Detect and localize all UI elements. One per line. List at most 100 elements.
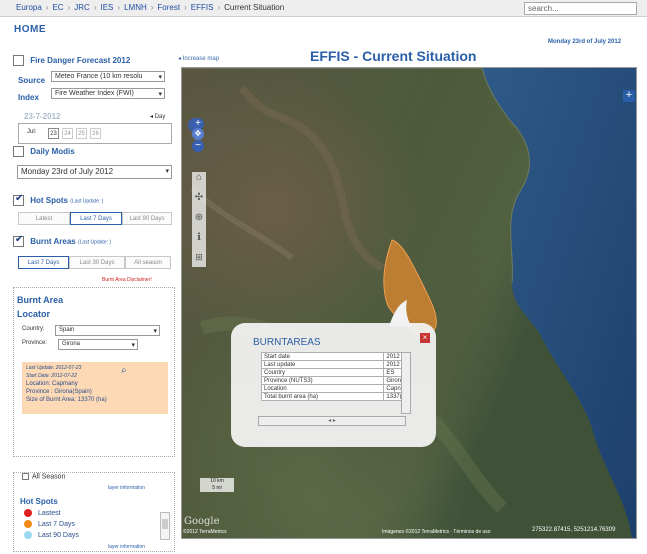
home-extent-icon[interactable]: ⌂ (192, 172, 206, 190)
legend-item: Last 7 Days (24, 519, 79, 530)
scale-bar: 10 km 5 mi (202, 478, 232, 492)
hot-spots-tabs: Latest Last 7 Days Last 90 Days (18, 212, 172, 225)
layer-switcher-plus-icon[interactable]: + (623, 90, 635, 102)
chevron-down-icon: ▾ (153, 328, 157, 335)
result-start-date: Start Date: 2012-07-22 (26, 373, 77, 379)
daily-modis-value: Monday 23rd of July 2012 (21, 167, 114, 176)
index-value: Fire Weather Index (FWI) (55, 90, 134, 97)
popup-row: Province (NUTS3) Giron (260, 376, 411, 385)
popup-row-key: Location (260, 384, 385, 393)
breadcrumb-effis[interactable]: EFFIS (191, 3, 214, 12)
all-season-label: All Season (32, 473, 66, 481)
daily-modis-select[interactable]: Monday 23rd of July 2012 ▾ (17, 165, 172, 179)
day-23[interactable]: 23 (48, 128, 59, 139)
date-header: Monday 23rd of July 2012 (548, 39, 622, 45)
jul-label: Jul: (27, 129, 37, 135)
locator-title-line1: Burnt Area (17, 295, 64, 305)
index-select[interactable]: Fire Weather Index (FWI) ▾ (51, 88, 165, 99)
daily-modis-label: Daily Modis (30, 147, 75, 156)
home-link[interactable]: HOME (14, 24, 46, 35)
close-icon[interactable]: × (420, 333, 430, 343)
country-label: Country: (22, 326, 45, 332)
legend-item: Lastest (24, 508, 79, 519)
info-tool-icon[interactable]: ℹ (192, 232, 206, 250)
day-picker: Jul: 23 24 25 26 (18, 123, 172, 144)
magnifier-icon[interactable]: ⌕ (121, 365, 127, 376)
all-season-item[interactable]: All Season (22, 473, 65, 480)
province-value: Girona (62, 341, 81, 347)
chevron-down-icon: ▾ (165, 168, 169, 175)
hot-spots-update: (Last Update: ) (70, 198, 104, 205)
hot-spots-tab-last7[interactable]: Last 7 Days (70, 212, 122, 225)
popup-row: Last update 2012 (260, 360, 411, 369)
legend-label: Last 90 Days (38, 532, 79, 539)
popup-row-key: Last update (260, 360, 385, 369)
hot-spots-tab-latest[interactable]: Latest (18, 212, 70, 225)
popup-title: BURNTAREAS (253, 337, 321, 348)
result-last-update: Last Update: 2012-07-23 (26, 365, 82, 371)
fire-danger-label: Fire Danger Forecast 2012 (30, 56, 131, 65)
measure-tool-icon[interactable]: ⊞ (192, 252, 206, 266)
province-select[interactable]: Girona ▾ (58, 339, 138, 350)
burnt-tab-allseason[interactable]: All season (125, 256, 171, 269)
pan-tool-icon[interactable]: ✣ (192, 192, 206, 210)
legend-scroll-thumb[interactable] (162, 519, 168, 529)
hot-spots-checkbox[interactable] (13, 193, 24, 206)
burnt-tab-last30[interactable]: Last 30 Days (69, 256, 125, 269)
burnt-area-disclaimer[interactable]: Burnt Area Disclaimer! (102, 277, 152, 283)
increase-map-label: Increase map (182, 56, 220, 62)
hot-spots-section: Hot Spots (Last Update: ) (13, 193, 175, 206)
legend-dot-icon (24, 531, 32, 540)
breadcrumb-forest[interactable]: Forest (157, 3, 180, 12)
burnt-areas-section: Burnt Areas (Last Update: ) (13, 234, 175, 247)
all-season-checkbox[interactable] (22, 473, 29, 480)
pan-compass-icon[interactable]: ✥ (192, 128, 204, 140)
popup-row-key: Start date (260, 352, 385, 361)
breadcrumb-ies[interactable]: IES (101, 3, 114, 12)
source-select[interactable]: Meteo France (10 km resolu ▾ (51, 71, 165, 82)
burnt-tab-last7[interactable]: Last 7 Days (18, 256, 69, 269)
result-location: Location: Capmany (26, 381, 78, 387)
attribution-left: ©2012 TerraMetrics (183, 529, 227, 535)
day-control[interactable]: ◂ Day (150, 113, 165, 120)
legend-dot-icon (24, 520, 32, 529)
hot-spots-tab-last90[interactable]: Last 90 Days (122, 212, 172, 225)
burnt-area-result: Last Update: 2012-07-23 Start Date: 2012… (22, 362, 168, 414)
coordinates-readout: 275322.87415, 5251214.76309 (532, 527, 616, 533)
day-24[interactable]: 24 (62, 128, 73, 139)
day-label: Day (154, 114, 166, 120)
legend-scrollbar[interactable] (160, 512, 170, 540)
zoom-out-icon[interactable]: − (192, 140, 204, 152)
burnt-areas-update: (Last Update: ) (77, 239, 112, 246)
search-input[interactable] (524, 2, 637, 15)
fire-danger-checkbox[interactable] (13, 55, 24, 66)
layer-info-link-1[interactable]: layer information (108, 485, 145, 491)
source-label: Source (18, 76, 46, 85)
breadcrumb-ec[interactable]: EC (52, 3, 63, 12)
breadcrumb-jrc[interactable]: JRC (74, 3, 90, 12)
legend-label: Lastest (38, 510, 61, 517)
country-value: Spain (59, 327, 75, 333)
country-select[interactable]: Spain ▾ (55, 325, 160, 336)
province-label: Province: (22, 340, 48, 346)
google-logo: Google (184, 516, 220, 527)
popup-row: Location Capn (260, 384, 411, 393)
popup-attributes-table: Start date 2012 Last update 2012 Country ES Pr… (260, 352, 411, 401)
popup-vertical-scrollbar[interactable] (401, 352, 411, 414)
increase-map-link[interactable]: ◂ Increase map (178, 55, 219, 62)
burnt-areas-tabs: Last 7 Days Last 30 Days All season (18, 256, 171, 269)
layer-info-link-2[interactable]: layer information (108, 544, 145, 550)
zoom-box-icon[interactable]: ⊕ (192, 212, 206, 230)
daily-modis-checkbox[interactable] (13, 146, 24, 157)
breadcrumb-lmnh[interactable]: LMNH (124, 3, 147, 12)
day-26[interactable]: 26 (90, 128, 101, 139)
popup-row-key: Total burnt area (ha) (260, 392, 385, 401)
burnt-areas-checkbox[interactable] (13, 234, 24, 247)
top-bar: Europa › EC › JRC › IES › LMNH › Forest › EFFI… (0, 0, 647, 17)
breadcrumb: Europa › EC › JRC › IES › LMNH › Forest › EFFI… (16, 3, 285, 12)
breadcrumb-europa[interactable]: Europa (16, 3, 42, 12)
popup-horizontal-scrollbar[interactable]: ◂ ▸ (258, 416, 406, 426)
legend-item: Last 90 Days (24, 530, 79, 541)
attribution-right[interactable]: Imágenes ©2012 TerraMetrics · Términos d… (382, 529, 491, 535)
day-25[interactable]: 25 (76, 128, 87, 139)
